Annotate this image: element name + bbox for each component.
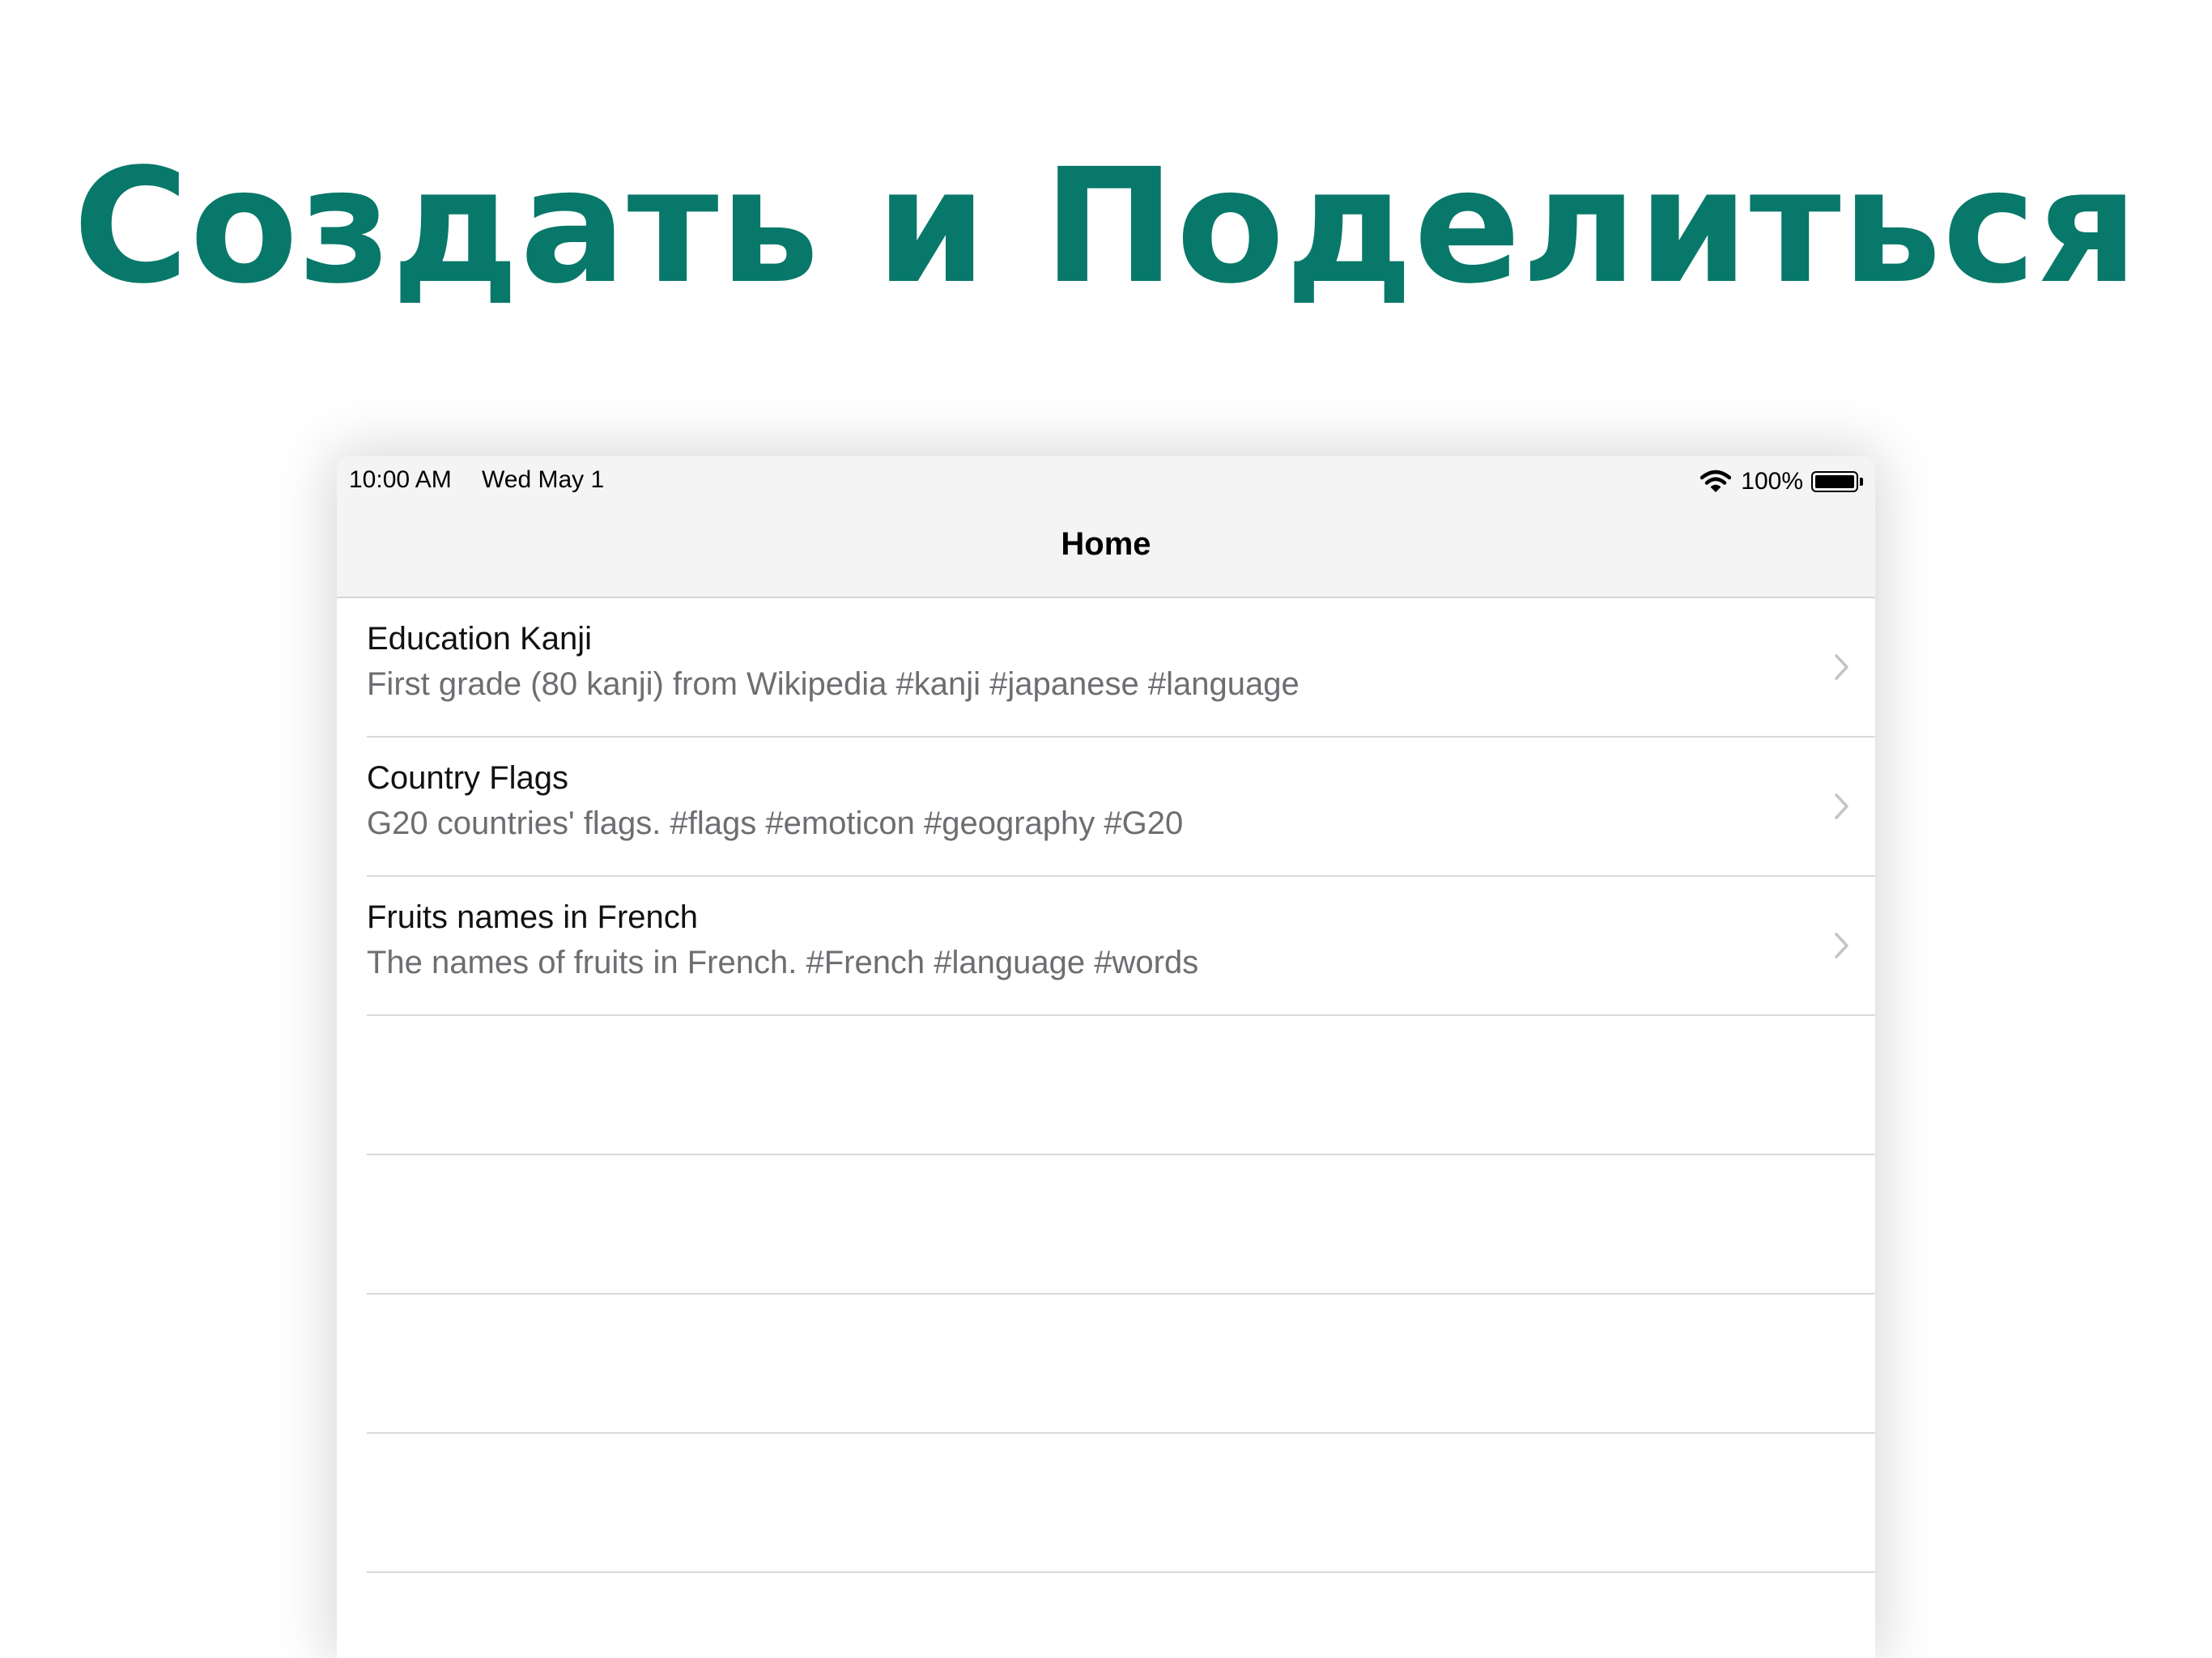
status-time: 10:00 AM	[349, 466, 452, 493]
row-separator	[367, 1571, 1875, 1573]
empty-row	[337, 1155, 1875, 1295]
status-indicators: 100%	[1700, 466, 1863, 498]
list-item-title: Country Flags	[367, 760, 568, 796]
list-item-subtitle: First grade (80 kanji) from Wikipedia #k…	[367, 666, 1300, 702]
chevron-right-icon	[1835, 654, 1848, 680]
list-item-title: Education Kanji	[367, 621, 592, 657]
list-item[interactable]: Education Kanji First grade (80 kanji) f…	[337, 598, 1875, 738]
ipad-screen: 10:00 AM Wed May 1 100% Home Education K…	[337, 456, 1875, 1658]
navigation-bar: 10:00 AM Wed May 1 100% Home	[337, 456, 1875, 598]
wifi-icon	[1700, 470, 1732, 492]
chevron-right-icon	[1835, 793, 1848, 819]
battery-fill	[1815, 475, 1854, 488]
deck-list: Education Kanji First grade (80 kanji) f…	[337, 598, 1875, 1573]
promo-headline: Создать и Поделиться	[73, 134, 2139, 318]
chevron-right-icon	[1835, 933, 1848, 959]
empty-row	[337, 1434, 1875, 1573]
empty-row	[337, 1016, 1875, 1155]
empty-row	[337, 1295, 1875, 1434]
battery-icon	[1811, 471, 1858, 492]
list-item[interactable]: Fruits names in French The names of frui…	[337, 877, 1875, 1016]
list-item-subtitle: G20 countries' flags. #flags #emoticon #…	[367, 806, 1184, 841]
battery-percent: 100%	[1741, 468, 1803, 495]
list-item-subtitle: The names of fruits in French. #French #…	[367, 945, 1199, 980]
battery-tip	[1860, 478, 1863, 486]
list-item-title: Fruits names in French	[367, 899, 699, 935]
status-date: Wed May 1	[482, 466, 605, 493]
list-item[interactable]: Country Flags G20 countries' flags. #fla…	[337, 738, 1875, 877]
nav-title: Home	[1061, 526, 1151, 562]
